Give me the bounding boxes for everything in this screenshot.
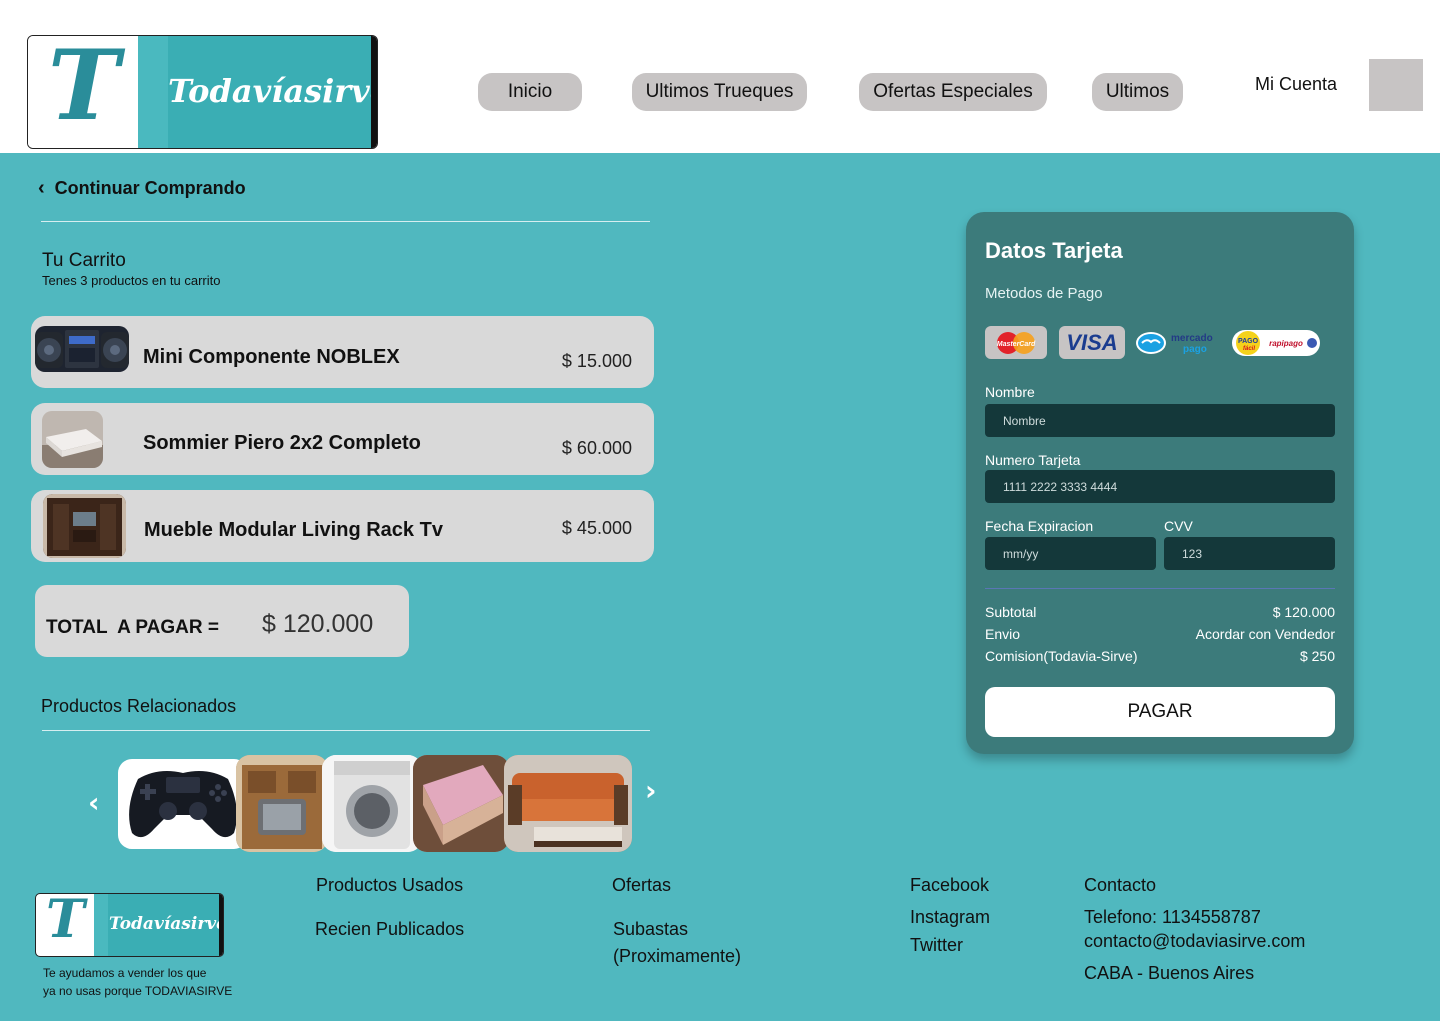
cart-item-name: Mini Componente NOBLEX [143,346,400,368]
washing-machine-image[interactable] [322,755,422,852]
total-box: TOTAL A PAGAR = $ 120.000 [35,585,409,657]
footer-logo[interactable]: T Todavíasirve [35,893,224,957]
divider [42,730,650,731]
card-number-label: Numero Tarjeta [985,452,1081,468]
payment-methods-label: Metodos de Pago [985,285,1103,302]
summary-row: Subtotal $ 120.000 [985,604,1335,620]
footer-link-facebook[interactable]: Facebook [910,875,989,896]
footer-subastas-note: (Proximamente) [613,946,742,966]
account-link[interactable]: Mi Cuenta [1255,74,1337,95]
furniture-image [43,494,126,558]
footer-contact-title: Contacto [1084,875,1157,895]
cart-item[interactable]: Mini Componente NOBLEX $ 15.000 [31,316,654,388]
summary-label: Subtotal [985,604,1037,620]
stereo-image [35,326,129,372]
logo-letter: T [48,35,120,142]
nav-ultimos-trueques[interactable]: Ultimos Trueques [632,73,807,111]
cvv-input[interactable]: 123 [1164,537,1335,570]
footer-contact-location: CABA - Buenos Aires [1084,963,1255,983]
summary-value: $ 120.000 [1272,604,1335,620]
svg-text:mercado: mercado [1171,333,1213,344]
logo-letter: T [46,893,85,950]
kids-bed-image[interactable] [413,755,509,852]
svg-text:rapipago: rapipago [1269,339,1303,348]
card-number-input[interactable]: 1111 2222 3333 4444 [985,470,1335,503]
name-label: Nombre [985,384,1035,400]
total-label: TOTAL A PAGAR = [46,617,219,638]
nav-ofertas-especiales[interactable]: Ofertas Especiales [859,73,1047,111]
footer-link-instagram[interactable]: Instagram [910,907,990,928]
summary-row: Envio Acordar con Vendedor [985,626,1335,642]
nav-ultimos[interactable]: Ultimos [1092,73,1183,111]
cart-title: Tu Carrito [42,250,126,271]
pay-button[interactable]: PAGAR [985,687,1335,737]
cart-item[interactable]: Mueble Modular Living Rack Tv $ 45.000 [31,490,654,562]
cart-item[interactable]: Sommier Piero 2x2 Completo $ 60.000 [31,403,654,475]
footer-link-recien-publicados[interactable]: Recien Publicados [315,919,464,940]
payment-title: Datos Tarjeta [985,238,1123,263]
expiry-label: Fecha Expiracion [985,518,1094,534]
nav-inicio[interactable]: Inicio [478,73,582,111]
cart-item-price: $ 60.000 [561,438,632,458]
mercadopago-icon[interactable]: mercado pago [1135,326,1223,359]
logo-text: Todavíasirve [168,72,378,110]
gamepad-image[interactable] [118,759,248,849]
site-header: T Todavíasirve Inicio Ultimos Trueques O… [0,0,1440,153]
svg-text:PAGO: PAGO [1238,338,1259,345]
pagofacil-rapipago-icon[interactable]: PAGO fácil rapipago [1232,326,1320,359]
footer-link-ofertas[interactable]: Ofertas [612,875,671,896]
continue-shopping-label: Continuar Comprando [54,178,246,198]
svg-text:fácil: fácil [1243,346,1255,352]
footer-contact-phone: Telefono: 1134558787 [1084,907,1261,927]
sofa-bed-image[interactable] [504,755,632,852]
chevron-left-icon: ‹ [38,177,45,199]
cart-subtitle: Tenes 3 productos en tu carrito [42,273,221,288]
name-input[interactable]: Nombre [985,404,1335,437]
chevron-left-icon[interactable]: ‹ [88,786,100,819]
svg-text:pago: pago [1183,344,1207,355]
footer-link-subastas[interactable]: Subastas [613,919,688,940]
divider [41,221,650,222]
payment-card-panel: Datos Tarjeta Metodos de Pago MasterCard… [966,212,1354,754]
divider [985,588,1335,589]
avatar[interactable] [1369,59,1423,111]
cvv-label: CVV [1164,518,1193,534]
mastercard-icon[interactable]: MasterCard [985,326,1047,359]
footer-contact-email[interactable]: contacto@todaviasirve.com [1084,931,1305,952]
summary-value: Acordar con Vendedor [1195,626,1335,642]
continue-shopping-link[interactable]: ‹ Continuar Comprando [38,177,246,200]
cart-item-price: $ 15.000 [561,351,632,371]
visa-icon[interactable]: VISA [1059,326,1125,359]
total-value: $ 120.000 [262,610,374,638]
tv-cabinet-image[interactable] [236,755,328,852]
cart-item-price: $ 45.000 [561,518,632,538]
svg-text:MasterCard: MasterCard [997,341,1036,348]
bed-image [42,411,103,468]
logo-text: Todavíasirve [109,914,224,934]
summary-value: $ 250 [1299,648,1335,664]
cart-item-name: Sommier Piero 2x2 Completo [143,432,421,454]
related-products-title: Productos Relacionados [41,696,237,716]
chevron-right-icon[interactable]: › [645,774,657,807]
cart-item-name: Mueble Modular Living Rack Tv [144,519,443,541]
summary-label: Comision(Todavia-Sirve) [985,648,1138,664]
footer-link-productos-usados[interactable]: Productos Usados [316,875,463,896]
expiry-input[interactable]: mm/yy [985,537,1156,570]
footer-link-twitter[interactable]: Twitter [910,935,963,956]
summary-row: Comision(Todavia-Sirve) $ 250 [985,648,1335,664]
summary-label: Envio [985,626,1021,642]
footer-tagline: Te ayudamos a vender los que ya no usas … [43,966,233,998]
brand-logo[interactable]: T Todavíasirve [27,35,378,149]
